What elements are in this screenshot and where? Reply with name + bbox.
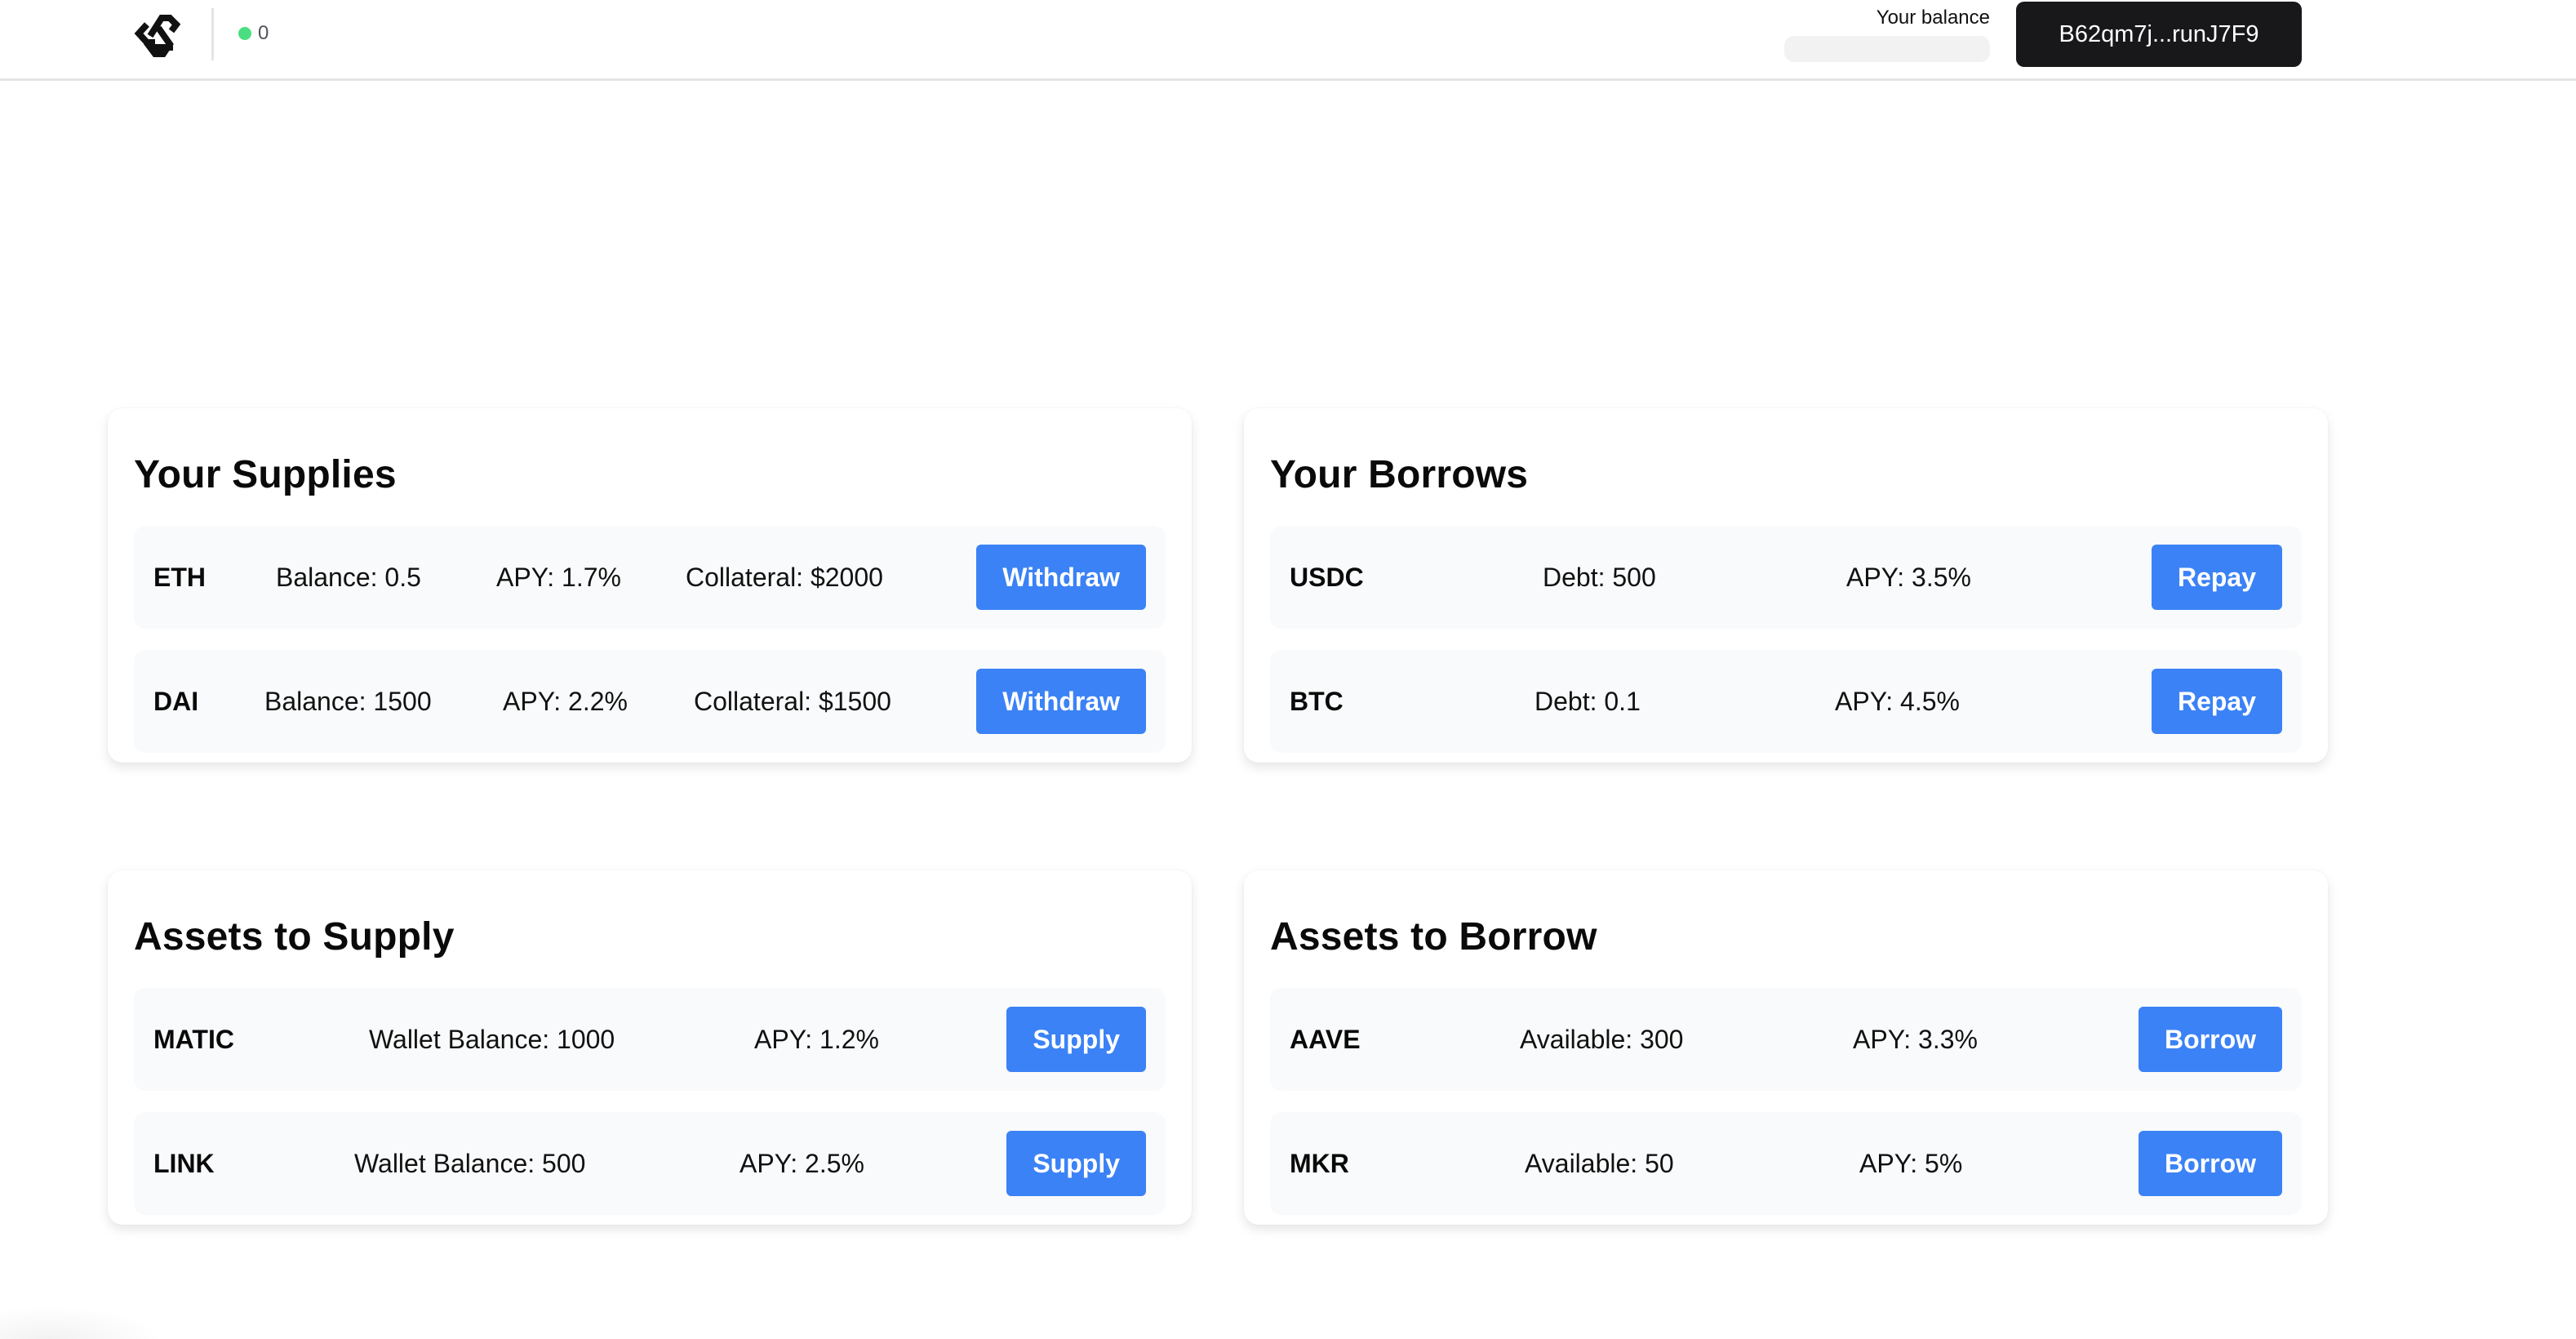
- asset-debt: Debt: 500: [1543, 562, 1656, 592]
- card-title: Your Supplies: [134, 453, 397, 496]
- asset-apy: APY: 5%: [1859, 1148, 1963, 1178]
- borrow-button[interactable]: Borrow: [2139, 1131, 2282, 1196]
- asset-apy: APY: 1.2%: [754, 1024, 879, 1054]
- table-row: AAVE Available: 300 APY: 3.3% Borrow: [1270, 988, 2302, 1091]
- asset-symbol: MKR: [1290, 1148, 1349, 1178]
- card-title: Assets to Borrow: [1270, 915, 1597, 959]
- withdraw-button[interactable]: Withdraw: [976, 669, 1146, 734]
- table-row: MKR Available: 50 APY: 5% Borrow: [1270, 1112, 2302, 1215]
- supply-assets-list: MATIC Wallet Balance: 1000 APY: 1.2% Sup…: [134, 988, 1166, 1215]
- header-divider: [211, 8, 214, 60]
- repay-button[interactable]: Repay: [2151, 669, 2282, 734]
- asset-symbol: DAI: [153, 686, 199, 716]
- your-supplies-card: Your Supplies ETH Balance: 0.5 APY: 1.7%…: [108, 408, 1192, 763]
- table-row: ETH Balance: 0.5 APY: 1.7% Collateral: $…: [134, 526, 1166, 629]
- asset-apy: APY: 2.5%: [739, 1148, 864, 1178]
- asset-wallet-balance: Wallet Balance: 500: [354, 1148, 586, 1178]
- balance-value-skeleton: [1784, 36, 1990, 62]
- repay-button[interactable]: Repay: [2151, 545, 2282, 610]
- wallet-address-button[interactable]: B62qm7j...runJ7F9: [2016, 2, 2302, 67]
- borrows-list: USDC Debt: 500 APY: 3.5% Repay BTC Debt:…: [1270, 526, 2302, 753]
- asset-available: Available: 50: [1525, 1148, 1674, 1178]
- asset-apy: APY: 4.5%: [1835, 686, 1960, 716]
- borrow-button[interactable]: Borrow: [2139, 1007, 2282, 1072]
- asset-apy: APY: 3.3%: [1853, 1024, 1978, 1054]
- corner-shadow: [0, 1306, 163, 1339]
- asset-debt: Debt: 0.1: [1534, 686, 1641, 716]
- asset-collateral: Collateral: $2000: [686, 562, 883, 592]
- assets-to-borrow-card: Assets to Borrow AAVE Available: 300 APY…: [1244, 870, 2328, 1225]
- top-header: 0 Your balance B62qm7j...runJ7F9: [0, 0, 2576, 81]
- card-title: Assets to Supply: [134, 915, 455, 959]
- asset-balance: Balance: 0.5: [276, 562, 421, 592]
- app-logo-icon[interactable]: [134, 7, 188, 60]
- table-row: BTC Debt: 0.1 APY: 4.5% Repay: [1270, 650, 2302, 753]
- asset-apy: APY: 3.5%: [1846, 562, 1971, 592]
- supply-button[interactable]: Supply: [1006, 1007, 1146, 1072]
- card-title: Your Borrows: [1270, 453, 1529, 496]
- your-borrows-card: Your Borrows USDC Debt: 500 APY: 3.5% Re…: [1244, 408, 2328, 763]
- withdraw-button[interactable]: Withdraw: [976, 545, 1146, 610]
- assets-to-supply-card: Assets to Supply MATIC Wallet Balance: 1…: [108, 870, 1192, 1225]
- balance-label: Your balance: [1876, 7, 1990, 29]
- table-row: USDC Debt: 500 APY: 3.5% Repay: [1270, 526, 2302, 629]
- asset-apy: APY: 2.2%: [503, 686, 628, 716]
- asset-symbol: BTC: [1290, 686, 1344, 716]
- asset-symbol: LINK: [153, 1148, 215, 1178]
- status-dot-icon: [238, 27, 251, 40]
- borrow-assets-list: AAVE Available: 300 APY: 3.3% Borrow MKR…: [1270, 988, 2302, 1215]
- status-count: 0: [258, 22, 269, 44]
- asset-symbol: AAVE: [1290, 1024, 1361, 1054]
- table-row: DAI Balance: 1500 APY: 2.2% Collateral: …: [134, 650, 1166, 753]
- asset-collateral: Collateral: $1500: [694, 686, 891, 716]
- asset-balance: Balance: 1500: [264, 686, 432, 716]
- table-row: MATIC Wallet Balance: 1000 APY: 1.2% Sup…: [134, 988, 1166, 1091]
- asset-apy: APY: 1.7%: [496, 562, 621, 592]
- asset-wallet-balance: Wallet Balance: 1000: [369, 1024, 615, 1054]
- supplies-list: ETH Balance: 0.5 APY: 1.7% Collateral: $…: [134, 526, 1166, 753]
- table-row: LINK Wallet Balance: 500 APY: 2.5% Suppl…: [134, 1112, 1166, 1215]
- supply-button[interactable]: Supply: [1006, 1131, 1146, 1196]
- asset-symbol: USDC: [1290, 562, 1364, 592]
- connection-status: 0: [238, 21, 269, 46]
- asset-available: Available: 300: [1520, 1024, 1684, 1054]
- asset-symbol: ETH: [153, 562, 206, 592]
- asset-symbol: MATIC: [153, 1024, 234, 1054]
